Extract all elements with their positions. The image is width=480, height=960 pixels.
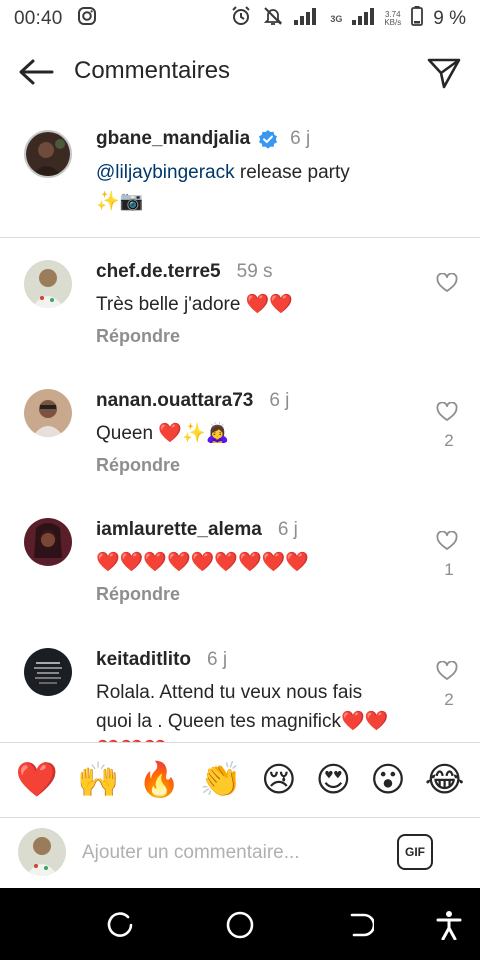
like-button[interactable] <box>436 272 458 293</box>
share-button[interactable] <box>424 54 464 92</box>
instagram-icon <box>77 6 97 32</box>
comment-time: 6 j <box>277 519 298 540</box>
comment-avatar-image <box>24 648 72 696</box>
reply-button[interactable]: Répondre <box>96 584 180 605</box>
caption-body: release party <box>234 162 350 183</box>
accessibility-icon <box>436 911 462 940</box>
page-title: Commentaires <box>74 57 231 84</box>
back-arrow-icon <box>19 59 54 85</box>
caption-username[interactable]: gbane_mandjalia 6 j <box>96 128 310 150</box>
comment-item: chef.de.terre5 59 s Très belle j'adore ❤️… <box>0 260 480 390</box>
battery-icon <box>411 6 424 32</box>
caption-time: 6 j <box>290 128 311 149</box>
recents-icon <box>107 912 133 937</box>
comment-item: iamlaurette_alema 6 j ❤️❤️❤️❤️❤️❤️❤️❤️❤️ … <box>0 518 480 648</box>
user-avatar-image <box>18 828 66 876</box>
emoji-heart[interactable]: ❤️ <box>16 760 58 800</box>
comment-username[interactable]: nanan.ouattara73 6 j <box>96 390 289 412</box>
comment-avatar-image <box>24 260 72 308</box>
comment-input[interactable] <box>82 836 372 870</box>
emoji-quick-bar: ❤️ 🙌 🔥 👏 😢 😍 😮 😂 <box>0 742 480 818</box>
emoji-heart-eyes[interactable]: 😍 <box>316 760 351 800</box>
comment-time: 6 j <box>269 390 290 411</box>
comment-text: Queen ❤️✨🙇‍♀️ <box>96 423 230 444</box>
heart-outline-icon <box>436 272 458 292</box>
emoji-raised-hands[interactable]: 🙌 <box>77 760 119 800</box>
back-nav-button[interactable] <box>343 908 377 942</box>
battery-percent: 9 % <box>433 8 466 29</box>
comment-time: 59 s <box>236 261 273 282</box>
comment-composer: GIF <box>0 818 480 888</box>
comments-list[interactable]: chef.de.terre5 59 s Très belle j'adore ❤️… <box>0 238 480 742</box>
mention-link[interactable]: @liljaybingerack <box>96 162 235 183</box>
like-button[interactable] <box>436 401 458 422</box>
home-button[interactable] <box>223 908 257 942</box>
comment-username[interactable]: iamlaurette_alema 6 j <box>96 519 298 541</box>
comment-text: Très belle j'adore ❤️❤️ <box>96 294 294 315</box>
caption-emojis: ✨📷 <box>96 191 144 212</box>
accessibility-button[interactable] <box>432 908 466 942</box>
emoji-crying[interactable]: 😢 <box>261 760 296 800</box>
post-caption: gbane_mandjalia 6 j @liljaybingerack rel… <box>0 118 480 238</box>
comment-username[interactable]: keitaditlito 6 j <box>96 649 227 671</box>
comment-text: ❤️❤️❤️❤️❤️❤️❤️❤️❤️ <box>96 552 309 573</box>
caption-text: @liljaybingerack release party ✨📷 <box>96 158 396 216</box>
heart-outline-icon <box>436 660 458 680</box>
avatar[interactable] <box>24 648 72 696</box>
app-header: Commentaires <box>0 40 480 104</box>
heart-outline-icon <box>436 530 458 550</box>
system-navigation-bar <box>0 888 480 960</box>
gif-button[interactable]: GIF <box>397 834 433 870</box>
heart-outline-icon <box>436 401 458 421</box>
network-speed: 3.74 KB/s <box>384 10 402 27</box>
send-icon <box>427 58 461 89</box>
like-button[interactable] <box>436 660 458 681</box>
avatar[interactable] <box>24 518 72 566</box>
reply-button[interactable]: Répondre <box>96 455 180 476</box>
home-icon <box>226 911 254 939</box>
avatar[interactable] <box>24 130 72 178</box>
like-count: 2 <box>444 690 454 709</box>
alarm-icon <box>230 5 252 33</box>
avatar[interactable] <box>24 389 72 437</box>
caption-avatar-image <box>26 132 70 176</box>
network-type: 3G <box>330 14 343 24</box>
verified-badge-icon <box>259 130 278 149</box>
emoji-laughing[interactable]: 😂 <box>425 760 465 800</box>
status-bar: 00:40 3G 3.74 KB/s 9 % <box>0 0 480 38</box>
comment-username[interactable]: chef.de.terre5 59 s <box>96 261 273 283</box>
like-count: 2 <box>444 431 454 450</box>
back-nav-icon <box>350 913 374 937</box>
comment-text: Rolala. Attend tu veux nous fais quoi la… <box>96 682 389 742</box>
signal-icon-2 <box>352 7 375 31</box>
recents-button[interactable] <box>103 908 137 942</box>
back-button[interactable] <box>16 54 56 90</box>
comment-item: keitaditlito 6 j Rolala. Attend tu veux n… <box>0 648 480 742</box>
avatar[interactable] <box>24 260 72 308</box>
emoji-surprised[interactable]: 😮 <box>370 760 405 800</box>
emoji-clap[interactable]: 👏 <box>200 760 242 800</box>
status-time: 00:40 <box>14 8 63 29</box>
comment-avatar-image <box>24 389 72 437</box>
signal-icon <box>294 7 320 31</box>
avatar <box>18 828 66 876</box>
like-count: 1 <box>444 560 454 579</box>
comment-item: nanan.ouattara73 6 j Queen ❤️✨🙇‍♀️ Répond… <box>0 389 480 519</box>
reply-button[interactable]: Répondre <box>96 326 180 347</box>
like-button[interactable] <box>436 530 458 551</box>
comment-avatar-image <box>24 518 72 566</box>
mute-icon <box>262 5 284 33</box>
comment-time: 6 j <box>207 649 228 670</box>
emoji-fire[interactable]: 🔥 <box>138 760 180 800</box>
